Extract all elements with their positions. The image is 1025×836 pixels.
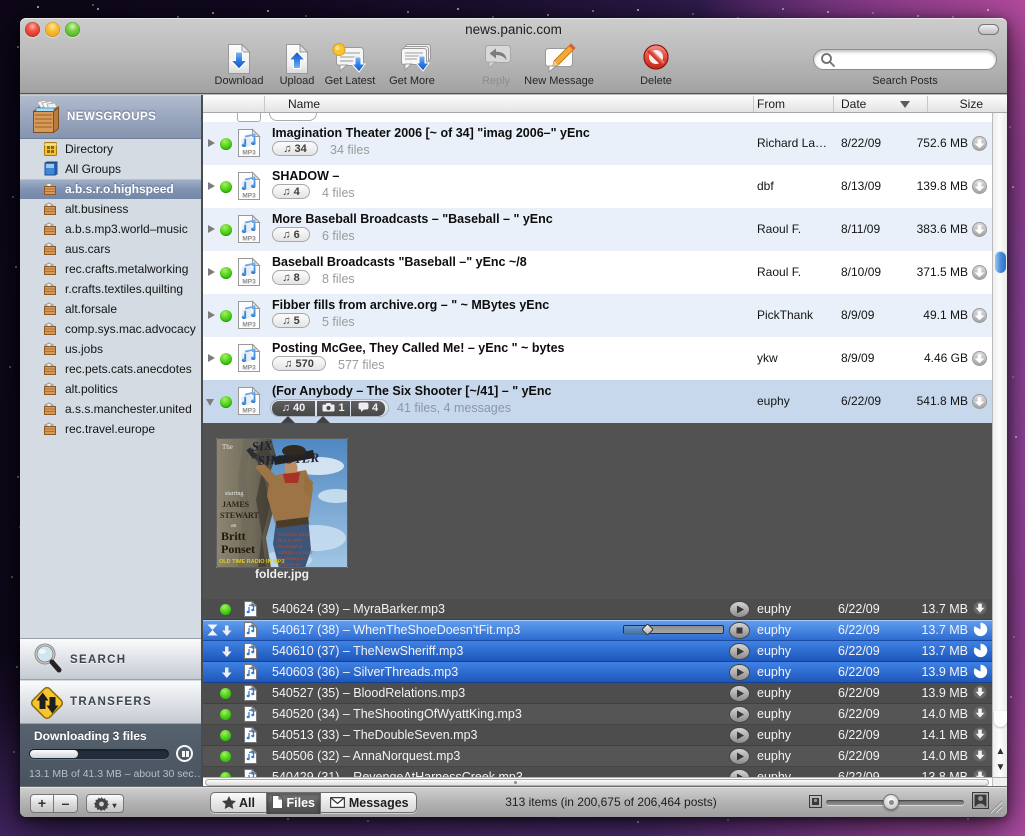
svg-text:128kbps 44.1kHz: 128kbps 44.1kHz (278, 550, 314, 555)
svg-text:STEWART: STEWART (220, 511, 260, 520)
svg-text:starring: starring (225, 491, 243, 497)
svg-text:as: as (231, 522, 237, 529)
svg-text:Run In MP3: Run In MP3 (278, 538, 302, 543)
svg-text:OLD TIME RADIO IN MP3: OLD TIME RADIO IN MP3 (219, 559, 284, 565)
svg-text:for playing on: for playing on (278, 556, 306, 561)
svg-text:JAMES: JAMES (222, 500, 250, 509)
svg-text:Ponset: Ponset (221, 542, 255, 556)
svg-text:Complete Show: Complete Show (278, 532, 311, 537)
svg-text:Britt: Britt (221, 529, 246, 543)
svg-text:Recorded at: Recorded at (278, 544, 303, 549)
svg-text:The: The (222, 443, 233, 451)
